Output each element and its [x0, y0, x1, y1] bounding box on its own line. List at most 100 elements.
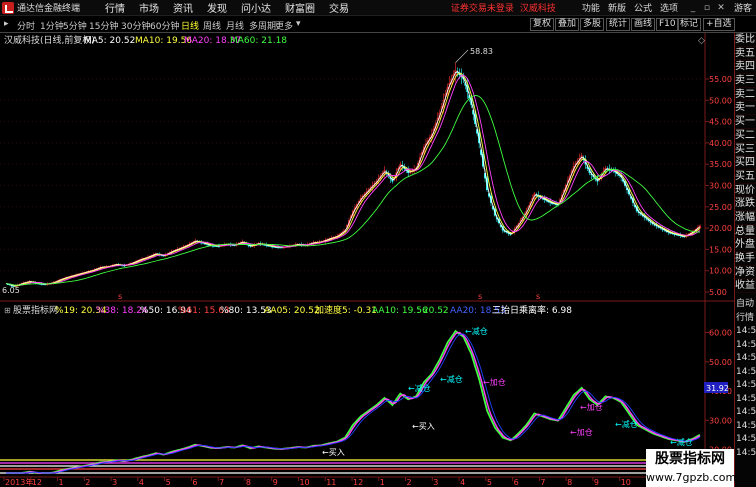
- period-1min[interactable]: 1分钟: [40, 19, 64, 32]
- menu-new-version[interactable]: 新版: [608, 1, 626, 14]
- tick-time: 14:50: [736, 447, 756, 458]
- close-icon[interactable]: ✕: [714, 3, 728, 13]
- mark-button[interactable]: 标记: [677, 18, 702, 31]
- menu-options[interactable]: 选项: [660, 1, 678, 14]
- main-moving-averages: [5, 49, 701, 287]
- menu-quotes[interactable]: 行情: [105, 0, 125, 15]
- watermark-title: 股票指标网: [655, 451, 725, 467]
- period-60min[interactable]: 60分钟: [150, 19, 179, 32]
- time-tick-label: 11: [326, 478, 336, 487]
- event-marker-icon[interactable]: s: [478, 292, 482, 301]
- quote-list: 委比 卖五 卖四 卖三 卖二 卖一 买一 买二 买三 买四 买五 现价 涨跌 涨幅 总量 外盘 换手 净资 收益: [735, 33, 756, 294]
- maximize-icon[interactable]: ▫: [700, 3, 714, 13]
- indicator-annotation: ←加仓: [580, 402, 603, 412]
- period-30min[interactable]: 30分钟: [121, 19, 150, 32]
- quote-side-panel: 委比 卖五 卖四 卖三 卖二 卖一 买一 买二 买三 买四 买五 现价 涨跌 涨幅 总量 外盘 换手 净资 收益 自…: [734, 33, 756, 487]
- quote-row-label: 买五: [735, 170, 756, 184]
- main-chart-title: 汉威科技(日线,前复权): [4, 34, 95, 46]
- time-tick-label: 8: [246, 478, 251, 487]
- indicator-annotation: ←加仓: [483, 377, 506, 387]
- auto-tick-toggle[interactable]: 自动: [735, 298, 756, 312]
- price-tick-label: 25.00: [709, 203, 732, 212]
- stats-button[interactable]: 统计: [606, 18, 631, 31]
- main-candles[interactable]: [6, 62, 702, 288]
- indicator-annotation: ←减仓: [408, 383, 431, 393]
- menu-ask[interactable]: 问小达: [241, 0, 271, 15]
- period-multi[interactable]: 多周期: [249, 19, 276, 32]
- period-daily[interactable]: 日线: [181, 19, 199, 32]
- indicator-tick-label: 60.00: [709, 329, 732, 338]
- watermark: 股票指标网 www.7gpzb.com: [646, 449, 737, 487]
- adjust-button[interactable]: 复权: [530, 18, 555, 31]
- ma5-label: MA5: 20.52: [84, 36, 135, 46]
- tick-time: 14:50: [736, 393, 756, 404]
- tick-time: 14:50: [736, 326, 756, 337]
- add-watchlist-button[interactable]: +自选: [703, 18, 735, 31]
- menu-trade[interactable]: 交易: [329, 0, 349, 15]
- quote-row-label: 卖五: [735, 47, 756, 61]
- tick-time: 14:50: [736, 339, 756, 350]
- quote-row-label: 卖二: [735, 88, 756, 102]
- f10-button[interactable]: F10: [656, 18, 679, 31]
- indicator-annotation: ←减仓: [670, 437, 693, 447]
- menu-discover[interactable]: 发现: [207, 0, 227, 15]
- multi-stock-button[interactable]: 多股: [580, 18, 605, 31]
- tick-time: 14:50: [736, 434, 756, 445]
- current-stock-name: 汉威科技: [519, 4, 556, 14]
- overlay-button[interactable]: 叠加: [555, 18, 580, 31]
- time-tick-label: 12: [32, 478, 42, 487]
- time-tick-label: 4: [139, 478, 144, 487]
- time-tick-label: 5: [487, 478, 492, 487]
- tdx-logo-icon: [2, 1, 14, 14]
- auto-tick-toggle[interactable]: 行情: [735, 312, 756, 326]
- minimize-icon[interactable]: _: [686, 3, 700, 13]
- quote-row-label: 外盘: [735, 239, 756, 252]
- login-alert[interactable]: 证券交易未登录: [451, 1, 514, 14]
- time-tick-label: 5: [166, 478, 171, 487]
- trading-terminal: 通达信金融终端 行情 市场 资讯 发现 问小达 财富圈 交易 证券交易未登录 汉…: [0, 0, 756, 487]
- price-tick-label: 5.00: [709, 288, 727, 297]
- indicator-label: AA05: 20.52: [264, 306, 320, 316]
- period-5min[interactable]: 5分钟: [63, 19, 87, 32]
- menu-wealth[interactable]: 财富圈: [285, 0, 315, 15]
- menu-market[interactable]: 市场: [139, 0, 159, 15]
- period-weekly[interactable]: 周线: [203, 19, 221, 32]
- period-timeshare[interactable]: 分时: [17, 19, 35, 32]
- quote-row-label: 总量: [735, 225, 756, 239]
- top-menu-bar: 通达信金融终端 行情 市场 资讯 发现 问小达 财富圈 交易 证券交易未登录 汉…: [0, 0, 756, 16]
- event-marker-icon[interactable]: s: [536, 292, 540, 301]
- indicator-value: 31.92: [706, 384, 729, 393]
- user-guest[interactable]: 游客: [734, 1, 752, 14]
- time-tick-label: 12: [353, 478, 363, 487]
- time-tick-label: 6: [192, 478, 197, 487]
- quote-row-label: 收益: [735, 280, 756, 294]
- chevron-down-icon[interactable]: ▾: [296, 19, 301, 29]
- low-price-label: 6.05: [2, 286, 20, 295]
- time-tick-label: 3: [433, 478, 438, 487]
- main-grid: [0, 78, 705, 293]
- ma-line-2: [5, 74, 701, 286]
- panel-settings-icon[interactable]: ◇: [698, 36, 705, 46]
- indicator-title: 股票指标网: [13, 304, 58, 316]
- indicator-annotation: ←买入: [412, 422, 435, 431]
- indicator-labels: %19: 20.34%38: 18.24%50: 16.94%61: 15.63…: [55, 304, 572, 316]
- period-15min[interactable]: 15分钟: [89, 19, 118, 32]
- menu-news[interactable]: 资讯: [173, 0, 193, 15]
- period-monthly[interactable]: 月线: [226, 19, 244, 32]
- time-tick-label: 9: [594, 478, 599, 487]
- time-tick-label: 7: [219, 478, 224, 487]
- period-more[interactable]: 更多: [275, 19, 293, 32]
- tick-list: 自动行情14:5014:5014:5014:5014:5014:5014:501…: [735, 298, 756, 460]
- chart-area[interactable]: 5.00 10.00 15.00 20.00 25.00 30.00 35.00 40.00 4…: [0, 33, 734, 487]
- indicator-settings-icon[interactable]: ⊞: [4, 306, 11, 315]
- time-tick-label: 8: [567, 478, 572, 487]
- menu-formula[interactable]: 公式: [634, 1, 652, 14]
- watermark-url: www.7gpzb.com: [646, 471, 737, 484]
- draw-button[interactable]: 画线: [631, 18, 656, 31]
- event-marker-icon[interactable]: s: [118, 292, 122, 301]
- quote-row-label: 涨跌: [735, 198, 756, 211]
- price-tick-label: 50.00: [709, 96, 732, 105]
- time-axis: 2013年121234567891011121234567891011121: [3, 477, 706, 487]
- chart-type-icon[interactable]: ▸: [4, 19, 9, 29]
- menu-function[interactable]: 功能: [582, 1, 600, 14]
